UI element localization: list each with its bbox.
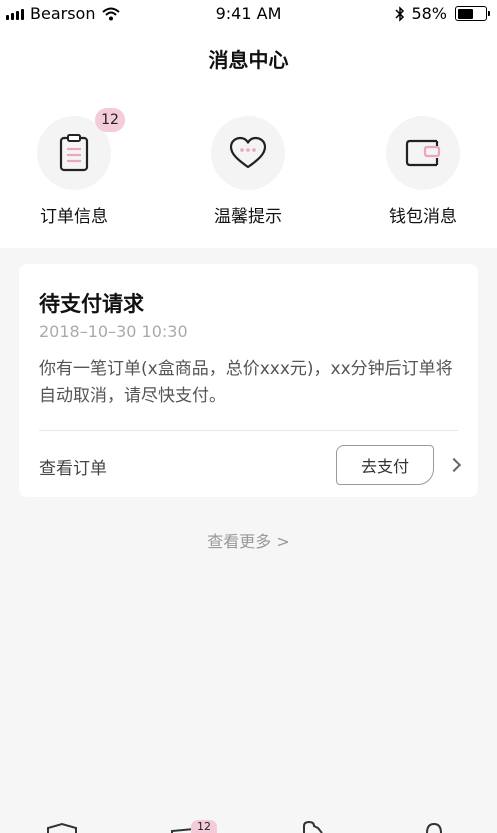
heart-chat-icon	[229, 136, 267, 169]
message-card: 待支付请求 2018–10–30 10:30 你有一笔订单(x盒商品，总价xxx…	[19, 264, 478, 497]
category-wallet-circle	[386, 116, 460, 190]
clipboard-icon	[59, 134, 89, 172]
card-title: 待支付请求	[39, 292, 144, 316]
category-wallet[interactable]: 钱包消息	[363, 116, 483, 227]
chevron-right-icon[interactable]	[446, 457, 462, 473]
card-divider	[39, 430, 458, 431]
pay-button[interactable]: 去支付	[336, 445, 434, 485]
profile-tab-icon	[426, 822, 442, 833]
category-tips[interactable]: 温馨提示	[188, 116, 308, 227]
view-more-link[interactable]: 查看更多 >	[0, 528, 497, 552]
home-tab-icon	[47, 822, 77, 833]
nav-bar: 消息中心	[0, 28, 497, 88]
tab-bar-icons	[47, 820, 442, 833]
battery-fill	[457, 8, 474, 19]
battery-icon	[455, 6, 490, 21]
tab-badge: 12	[191, 820, 217, 833]
category-order[interactable]: 12 订单信息	[14, 108, 134, 227]
card-timestamp: 2018–10–30 10:30	[39, 322, 188, 341]
bluetooth-icon	[395, 5, 405, 22]
status-right: 58%	[395, 4, 490, 23]
category-wallet-label: 钱包消息	[389, 207, 457, 227]
order-badge: 12	[95, 108, 125, 132]
wallet-icon	[405, 139, 441, 167]
category-order-circle: 12	[37, 108, 125, 190]
category-order-label: 订单信息	[40, 207, 108, 227]
shop-tab-icon	[303, 820, 323, 833]
battery-percent: 58%	[411, 4, 447, 23]
category-panel: 12 订单信息 温馨提示 钱包消息	[0, 88, 497, 248]
page-title: 消息中心	[208, 48, 289, 72]
category-tips-circle	[211, 116, 285, 190]
tab-bar	[0, 818, 497, 833]
status-bar: Bearson 9:41 AM 58%	[0, 0, 497, 28]
card-body: 你有一笔订单(x盒商品，总价xxx元)，xx分钟后订单将自动取消，请尽快支付。	[39, 359, 453, 406]
category-tips-label: 温馨提示	[214, 207, 282, 227]
view-order-link[interactable]: 查看订单	[39, 454, 107, 479]
